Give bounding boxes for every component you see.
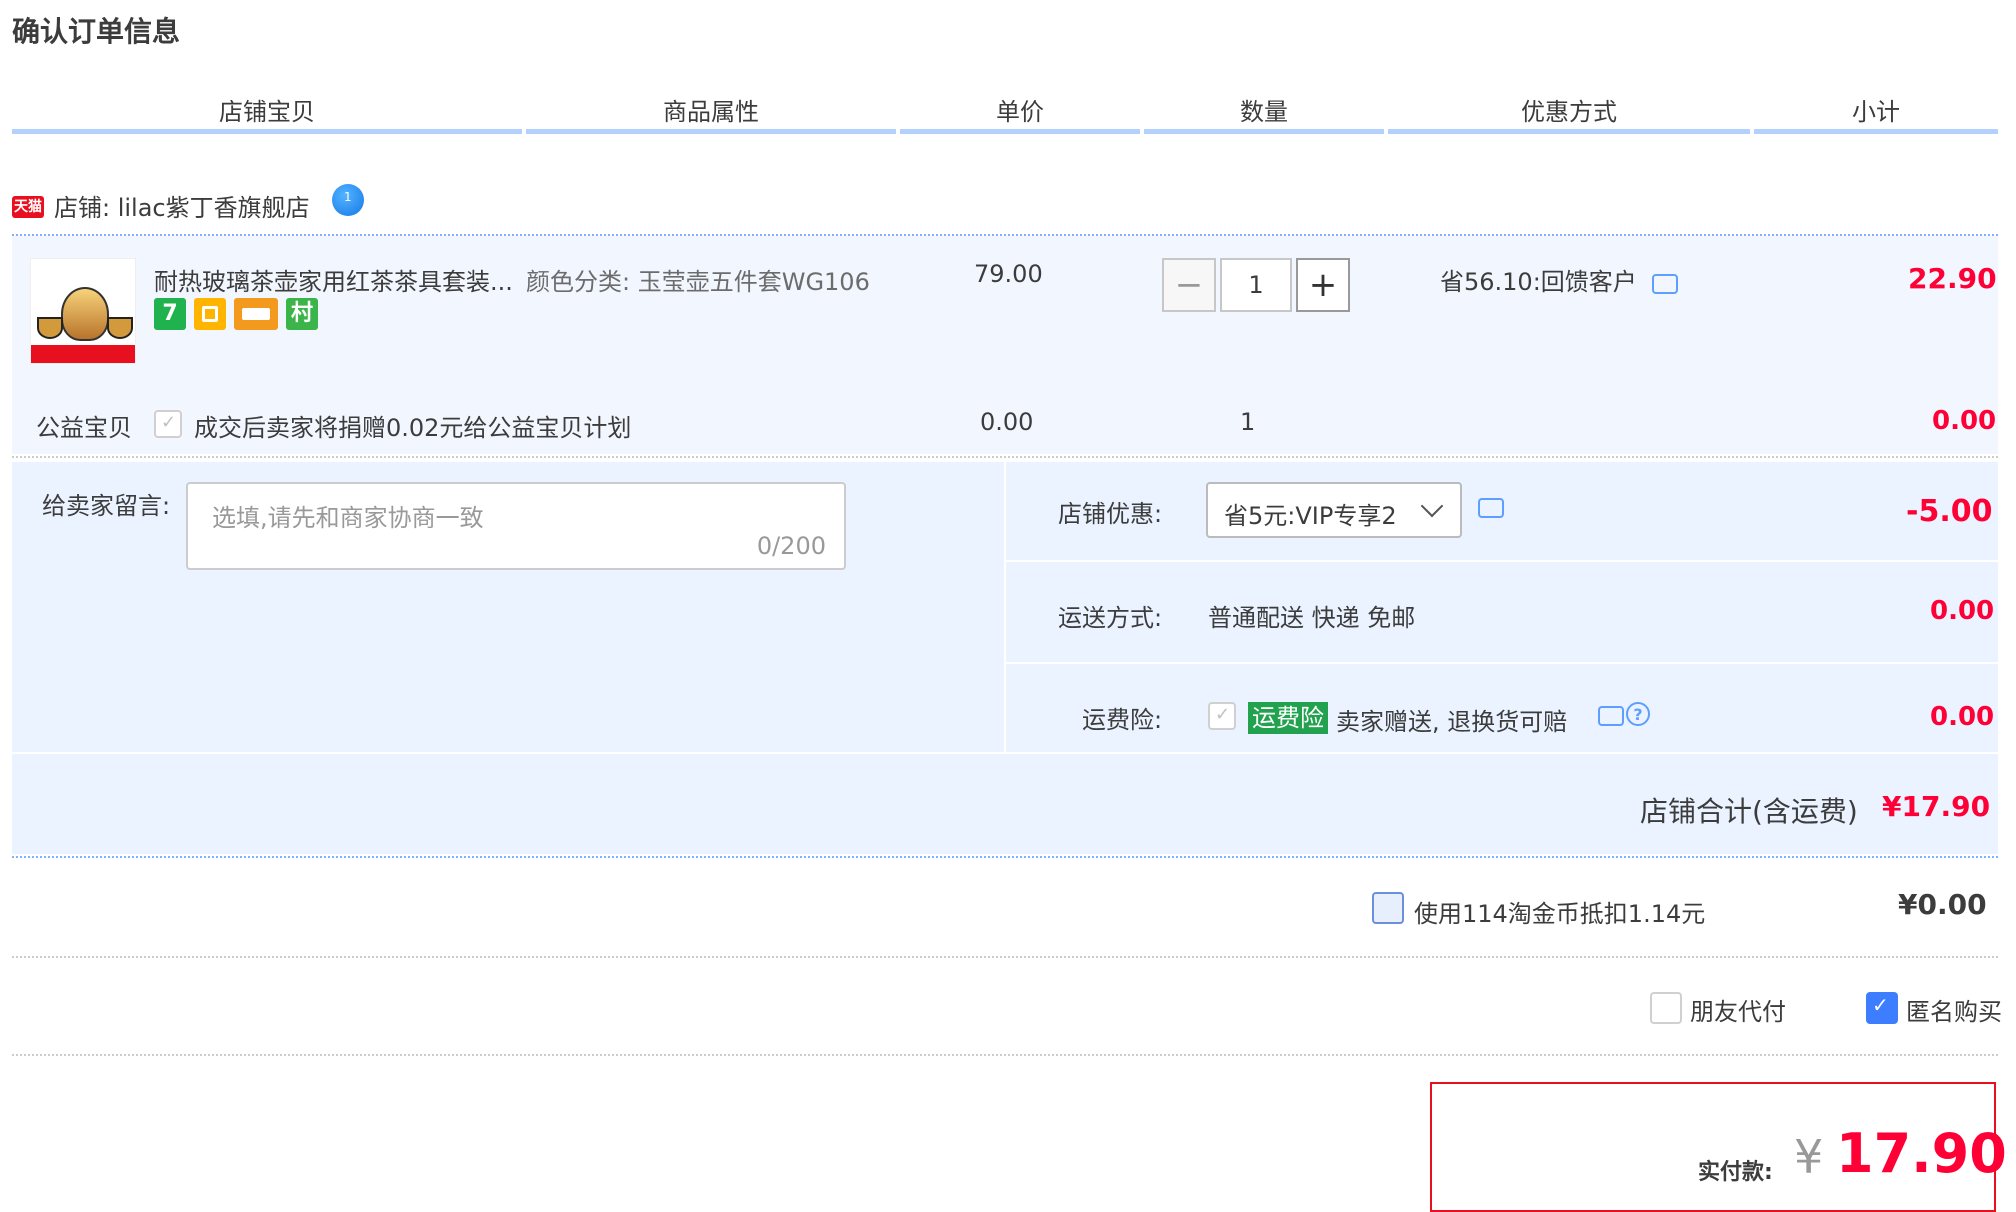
shop-discount-label: 店铺优惠: (1058, 500, 1163, 528)
seven-day-return-icon: 7 (154, 298, 186, 330)
message-counter: 0/200 (756, 532, 826, 560)
message-label: 给卖家留言: (42, 492, 171, 520)
charity-qty: 1 (1240, 408, 1256, 436)
charity-subtotal: 0.00 (1932, 406, 1997, 436)
product-name[interactable]: 耐热玻璃茶壶家用红茶茶具套装... (154, 262, 513, 297)
product-thumbnail[interactable] (30, 258, 136, 364)
header-discount: 优惠方式 (1521, 98, 1617, 126)
shipping-value: 普通配送 快递 免邮 (1208, 604, 1416, 632)
decrease-button[interactable]: − (1162, 258, 1216, 312)
message-input[interactable]: 选填,请先和商家协商一致 0/200 (186, 482, 846, 570)
item-subtotal: 22.90 (1908, 262, 1997, 295)
page-title: 确认订单信息 (12, 15, 181, 48)
charity-price: 0.00 (980, 408, 1034, 436)
insurance-tag: 运费险 (1248, 698, 1328, 734)
shop-discount-value: 省5元:VIP专享2 (1224, 502, 1397, 530)
header-quantity: 数量 (1240, 98, 1288, 126)
order-table-header: 店铺宝贝 商品属性 单价 数量 优惠方式 小计 (12, 84, 1998, 134)
village-icon: 村 (286, 298, 318, 330)
chat-icon[interactable] (1598, 700, 1624, 726)
chevron-down-icon (1420, 494, 1444, 518)
shop-total-label: 店铺合计(含运费) (1640, 795, 1858, 828)
anonymous-label[interactable]: 匿名购买 (1906, 992, 2002, 1027)
shop-discount-select[interactable]: 省5元:VIP专享2 (1206, 482, 1462, 538)
shop-total-amount: ¥17.90 (1882, 790, 1991, 823)
friend-pay-checkbox[interactable] (1650, 992, 1682, 1024)
shipping-label: 运送方式: (1058, 604, 1163, 632)
aliwangwang-icon[interactable]: 1 (332, 184, 364, 216)
final-amount: 17.90 (1836, 1122, 2007, 1185)
product-attribute: 颜色分类: 玉莹壶五件套WG106 (526, 268, 870, 296)
header-attributes: 商品属性 (663, 98, 759, 126)
shop-discount-amount: -5.00 (1906, 494, 1993, 529)
promo-text: 省56.10:回馈客户 (1440, 268, 1637, 296)
unit-price: 79.00 (974, 260, 1043, 288)
increase-button[interactable]: + (1296, 258, 1350, 312)
currency-symbol: ¥ (1794, 1130, 1824, 1184)
coin-label[interactable]: 使用114淘金币抵扣1.14元 (1414, 894, 1705, 929)
final-payment-box: 实付款: ¥ 17.90 (1430, 1082, 2007, 1212)
chat-icon[interactable] (1652, 268, 1678, 294)
insurance-checkbox (1208, 702, 1236, 730)
charity-checkbox (154, 410, 182, 438)
quantity-input[interactable]: 1 (1220, 258, 1292, 312)
charity-text: 成交后卖家将捐赠0.02元给公益宝贝计划 (194, 414, 632, 442)
shop-name[interactable]: 店铺: lilac紫丁香旗舰店 (54, 188, 310, 223)
friend-pay-label[interactable]: 朋友代付 (1690, 992, 1786, 1027)
shopping-bag-icon (194, 298, 226, 330)
final-label: 实付款: (1698, 1160, 1773, 1185)
insurance-amount: 0.00 (1930, 702, 1995, 732)
charity-label: 公益宝贝 (36, 414, 132, 442)
message-placeholder: 选填,请先和商家协商一致 (212, 504, 484, 532)
coin-amount: ¥0.00 (1898, 888, 1987, 921)
credit-card-icon (234, 298, 278, 330)
insurance-label: 运费险: (1082, 706, 1163, 734)
tmall-icon: 天猫 (12, 196, 44, 218)
help-icon[interactable]: ? (1626, 702, 1650, 726)
header-subtotal: 小计 (1852, 98, 1900, 126)
insurance-text: 卖家赠送, 退换货可赔 (1336, 708, 1568, 736)
anonymous-checkbox[interactable] (1866, 992, 1898, 1024)
header-unit-price: 单价 (996, 98, 1044, 126)
chat-icon[interactable] (1478, 492, 1504, 518)
header-shop-item: 店铺宝贝 (219, 98, 315, 126)
shipping-amount: 0.00 (1930, 596, 1995, 626)
coin-checkbox[interactable] (1372, 892, 1404, 924)
